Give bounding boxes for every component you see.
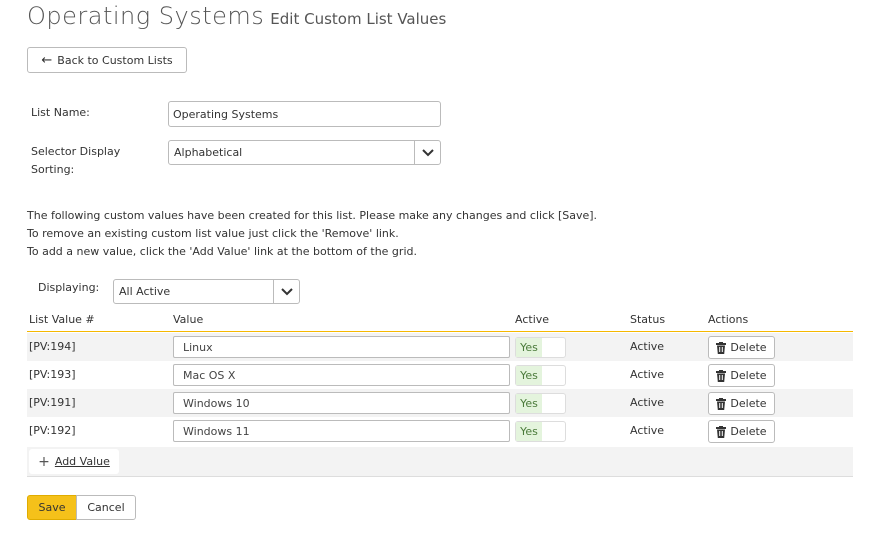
sorting-select[interactable]: Alphabetical bbox=[168, 140, 441, 165]
sorting-label-line1: Selector Display bbox=[31, 145, 121, 158]
row-value-input[interactable]: Windows 11 bbox=[173, 420, 510, 442]
arrow-left-icon: ← bbox=[41, 52, 53, 68]
column-header-active: Active bbox=[515, 313, 550, 326]
delete-button[interactable]: Delete bbox=[708, 364, 775, 387]
row-status: Active bbox=[630, 424, 665, 437]
sorting-label: Selector Display Sorting: bbox=[31, 143, 120, 179]
column-header-value: Value bbox=[173, 313, 204, 326]
page-subtitle: Edit Custom List Values bbox=[270, 10, 447, 28]
column-header-status: Status bbox=[630, 313, 666, 326]
displaying-label: Displaying: bbox=[38, 281, 100, 294]
delete-button[interactable]: Delete bbox=[708, 336, 775, 359]
trash-icon bbox=[716, 397, 727, 410]
active-toggle-label: Yes bbox=[516, 422, 542, 441]
displaying-select-value: All Active bbox=[119, 285, 171, 298]
active-toggle[interactable]: Yes bbox=[515, 365, 566, 386]
row-value-input[interactable]: Linux bbox=[173, 336, 510, 358]
sorting-label-line2: Sorting: bbox=[31, 163, 75, 176]
trash-icon bbox=[716, 425, 727, 438]
back-to-custom-lists-button[interactable]: ← Back to Custom Lists bbox=[27, 47, 187, 73]
table-row: [PV:194] Linux Yes Active Delete bbox=[27, 333, 853, 361]
sorting-select-value: Alphabetical bbox=[174, 146, 243, 159]
row-status: Active bbox=[630, 396, 665, 409]
active-toggle-label: Yes bbox=[516, 366, 542, 385]
grid-footer: + Add Value bbox=[27, 447, 853, 477]
instructions: The following custom values have been cr… bbox=[27, 207, 597, 261]
delete-label: Delete bbox=[730, 341, 767, 354]
delete-label: Delete bbox=[730, 369, 767, 382]
plus-icon: + bbox=[38, 453, 50, 470]
trash-icon bbox=[716, 369, 727, 382]
cancel-button[interactable]: Cancel bbox=[76, 495, 136, 520]
column-header-list-value: List Value # bbox=[29, 313, 95, 326]
row-status: Active bbox=[630, 368, 665, 381]
add-value-link[interactable]: Add Value bbox=[55, 455, 110, 468]
save-button[interactable]: Save bbox=[27, 495, 77, 520]
active-toggle[interactable]: Yes bbox=[515, 421, 566, 442]
grid-header: List Value # Value Active Status Actions bbox=[27, 312, 853, 332]
active-toggle-label: Yes bbox=[516, 338, 542, 357]
instruction-line: The following custom values have been cr… bbox=[27, 209, 598, 222]
column-header-actions: Actions bbox=[708, 313, 749, 326]
row-status: Active bbox=[630, 340, 665, 353]
delete-button[interactable]: Delete bbox=[708, 420, 775, 443]
table-row: [PV:193] Mac OS X Yes Active Delete bbox=[27, 361, 853, 389]
row-value-input[interactable]: Mac OS X bbox=[173, 364, 510, 386]
active-toggle-label: Yes bbox=[516, 394, 542, 413]
row-id: [PV:193] bbox=[29, 368, 76, 381]
displaying-select[interactable]: All Active bbox=[113, 279, 300, 304]
page-title-main: Operating Systems bbox=[27, 2, 265, 30]
row-id: [PV:191] bbox=[29, 396, 76, 409]
table-row: [PV:192] Windows 11 Yes Active Delete bbox=[27, 417, 853, 445]
trash-icon bbox=[716, 341, 727, 354]
row-value-input[interactable]: Windows 10 bbox=[173, 392, 510, 414]
active-toggle[interactable]: Yes bbox=[515, 393, 566, 414]
active-toggle[interactable]: Yes bbox=[515, 337, 566, 358]
add-value-button[interactable]: + Add Value bbox=[29, 449, 119, 474]
instruction-line: To add a new value, click the 'Add Value… bbox=[27, 245, 417, 258]
chevron-down-icon[interactable] bbox=[414, 141, 440, 164]
page-title: Operating Systems Edit Custom List Values bbox=[27, 2, 446, 30]
row-id: [PV:194] bbox=[29, 340, 76, 353]
list-name-label: List Name: bbox=[31, 106, 90, 119]
delete-label: Delete bbox=[730, 397, 767, 410]
back-button-label: Back to Custom Lists bbox=[57, 53, 173, 67]
table-row: [PV:191] Windows 10 Yes Active Delete bbox=[27, 389, 853, 417]
delete-button[interactable]: Delete bbox=[708, 392, 775, 415]
instruction-line: To remove an existing custom list value … bbox=[27, 227, 399, 240]
row-id: [PV:192] bbox=[29, 424, 76, 437]
list-name-input[interactable]: Operating Systems bbox=[168, 101, 441, 127]
chevron-down-icon[interactable] bbox=[273, 280, 299, 303]
delete-label: Delete bbox=[730, 425, 767, 438]
